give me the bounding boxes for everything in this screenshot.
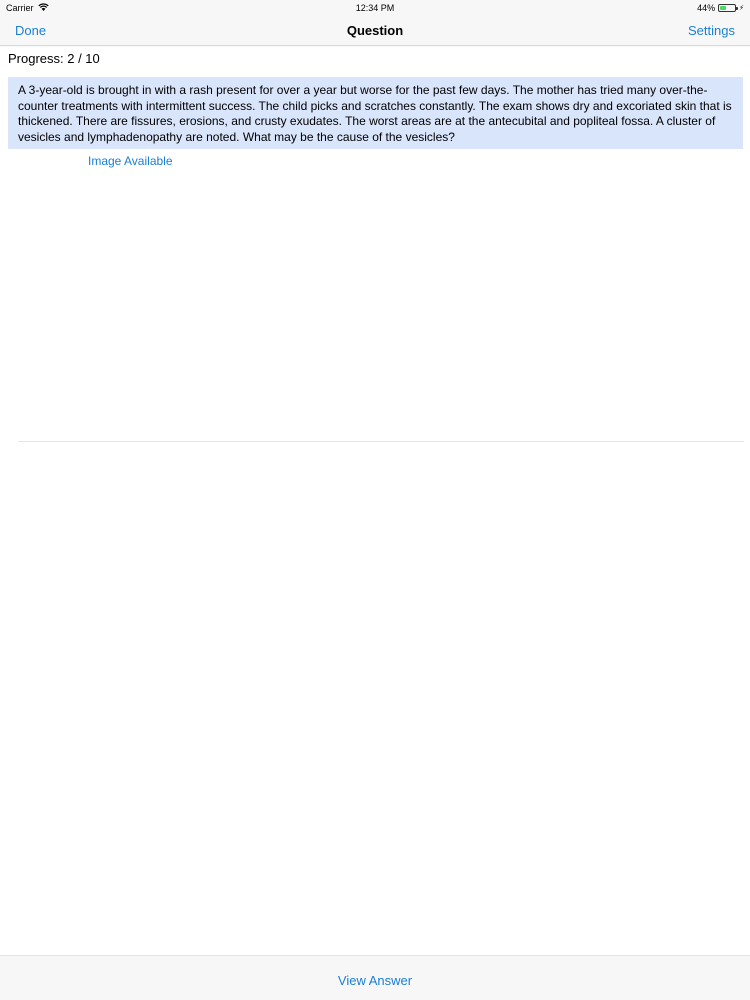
- bolt-icon: ⚡: [739, 5, 744, 12]
- navigation-bar: Done Question Settings: [0, 16, 750, 46]
- battery-icon: [718, 4, 739, 12]
- status-left: Carrier: [6, 3, 49, 13]
- status-time: 12:34 PM: [355, 3, 395, 13]
- question-screen: Carrier 12:34 PM 44% ⚡ Done Question Set…: [0, 0, 750, 1000]
- battery-percent: 44%: [697, 3, 716, 13]
- carrier-label: Carrier: [6, 3, 34, 13]
- question-text: A 3-year-old is brought in with a rash p…: [8, 77, 743, 149]
- progress-label: Progress: 2 / 10: [8, 51, 100, 66]
- battery-level: [720, 6, 727, 10]
- image-available-link[interactable]: Image Available: [88, 154, 173, 168]
- done-button[interactable]: Done: [15, 23, 46, 38]
- wifi-icon: [37, 3, 49, 13]
- question-content[interactable]: Progress: 2 / 10 A 3-year-old is brought…: [0, 47, 750, 955]
- status-right: 44% ⚡: [697, 3, 744, 13]
- status-bar: Carrier 12:34 PM 44% ⚡: [0, 0, 750, 16]
- divider: [18, 441, 744, 442]
- settings-button[interactable]: Settings: [688, 23, 735, 38]
- view-answer-button[interactable]: View Answer: [0, 973, 750, 988]
- page-title: Question: [346, 23, 404, 38]
- bottom-toolbar: View Answer: [0, 955, 750, 1000]
- battery-nub: [736, 7, 739, 10]
